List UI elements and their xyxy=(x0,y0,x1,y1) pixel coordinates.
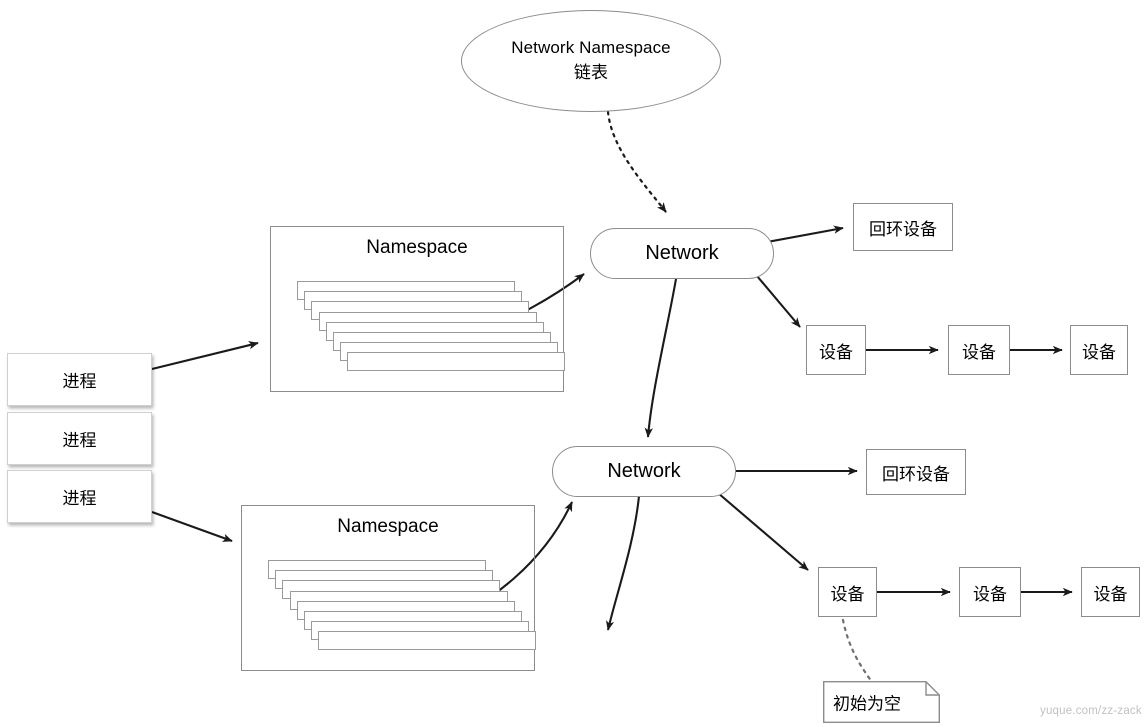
device-top-2-label: 设备 xyxy=(962,342,996,362)
network-namespace-list-node[interactable]: Network Namespace 链表 xyxy=(461,10,721,112)
loopback-device-1-label: 回环设备 xyxy=(869,219,937,239)
namespace-box-2[interactable]: Namespace xyxy=(241,505,537,671)
process-box-3-label: 进程 xyxy=(62,489,97,508)
edge-network1-to-device-top xyxy=(756,275,801,328)
edge-network1-to-loopback1 xyxy=(761,225,844,245)
loopback-device-2-label: 回环设备 xyxy=(882,464,950,484)
device-top-3[interactable]: 设备 xyxy=(1070,325,1128,375)
device-bottom-1-label: 设备 xyxy=(830,584,865,604)
network-node-2[interactable]: Network xyxy=(552,446,736,497)
diagram-canvas: Network Namespace 链表 Namespace Namespace… xyxy=(0,0,1146,727)
device-top-2[interactable]: 设备 xyxy=(948,325,1010,375)
edge-network2-down xyxy=(605,495,641,631)
process-box-3[interactable]: 进程 xyxy=(7,470,152,523)
device-top-1[interactable]: 设备 xyxy=(806,325,866,375)
edge-process3-to-namespace2 xyxy=(151,511,233,542)
device-bottom-2-label: 设备 xyxy=(973,584,1007,604)
edge-network1-to-network2 xyxy=(644,278,678,438)
namespace-card xyxy=(347,352,566,372)
device-bottom-3[interactable]: 设备 xyxy=(1081,567,1140,617)
network-node-1-label: Network xyxy=(645,242,719,264)
device-bottom-3-label: 设备 xyxy=(1093,584,1128,604)
network-node-2-label: Network xyxy=(607,460,681,482)
edge-network2-to-device-bottom xyxy=(717,492,809,571)
device-bottom-2[interactable]: 设备 xyxy=(959,567,1021,617)
device-top-1-label: 设备 xyxy=(819,342,853,362)
network-node-1[interactable]: Network xyxy=(590,228,774,279)
loopback-device-2[interactable]: 回环设备 xyxy=(866,449,966,495)
device-top-3-label: 设备 xyxy=(1082,342,1116,362)
namespace-box-2-card-stack xyxy=(242,506,537,670)
namespace-box-1-card-stack xyxy=(271,227,566,391)
process-box-2-label: 进程 xyxy=(62,431,97,450)
process-box-2[interactable]: 进程 xyxy=(7,412,152,465)
device-bottom-1[interactable]: 设备 xyxy=(818,567,877,617)
note-initially-empty[interactable]: 初始为空 xyxy=(823,681,940,723)
note-initially-empty-label: 初始为空 xyxy=(833,694,901,714)
watermark: yuque.com/zz-zack xyxy=(1040,705,1142,717)
network-namespace-list-line1: Network Namespace xyxy=(511,38,671,58)
loopback-device-1[interactable]: 回环设备 xyxy=(853,203,953,251)
namespace-box-1[interactable]: Namespace xyxy=(270,226,566,392)
namespace-card xyxy=(318,631,537,651)
edge-namespace-list-to-network1 xyxy=(606,110,668,214)
network-namespace-list-line2: 链表 xyxy=(573,63,609,82)
edge-process1-to-namespace1 xyxy=(151,341,259,371)
process-box-1-label: 进程 xyxy=(62,372,97,391)
edge-device-bottom-to-note xyxy=(841,618,874,684)
process-box-1[interactable]: 进程 xyxy=(7,353,152,406)
